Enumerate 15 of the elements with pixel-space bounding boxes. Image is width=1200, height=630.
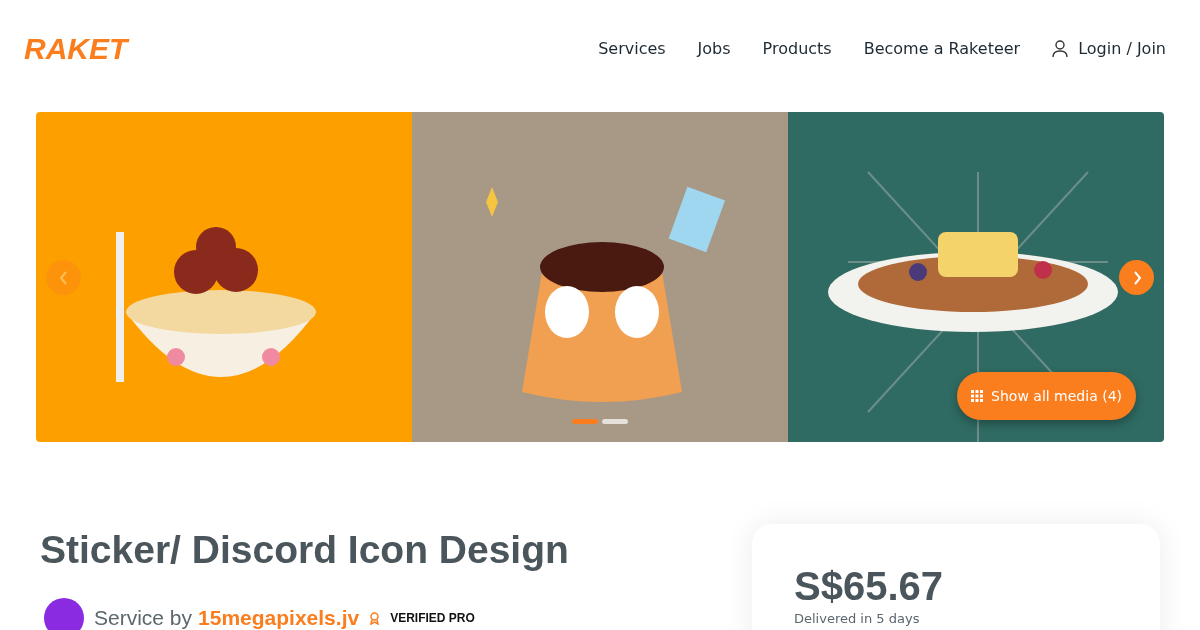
grid-icon (971, 390, 984, 402)
login-link[interactable]: Login / Join (1052, 39, 1166, 58)
nav-link[interactable]: Jobs (697, 39, 731, 58)
delivery-time: Delivered in 5 days (794, 611, 921, 626)
nav-link[interactable]: Services (598, 39, 666, 58)
chevron-left-icon (57, 270, 70, 285)
service-by-label: Service by (94, 606, 193, 630)
nav-link[interactable]: Products (762, 39, 832, 58)
user-icon (1052, 39, 1069, 58)
service-title: Sticker/ Discord Icon Design (40, 528, 569, 572)
seller-avatar (44, 598, 84, 630)
nav-link[interactable]: Become a Raketeer (863, 39, 1021, 58)
verified-pro-label: VERIFIED PRO (390, 611, 475, 625)
award-icon (369, 611, 381, 625)
price: S$65.67 (794, 564, 945, 609)
